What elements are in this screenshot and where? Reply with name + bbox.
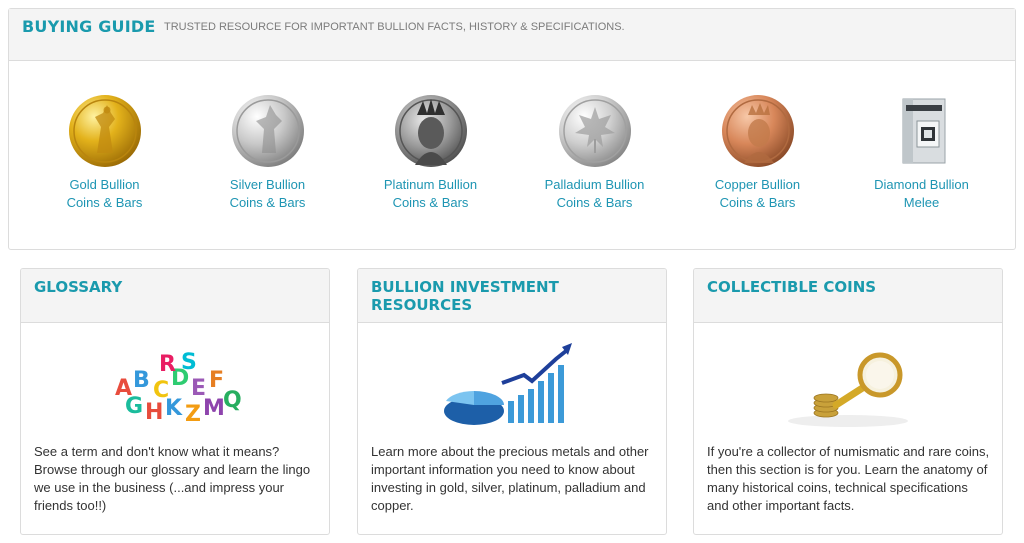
buying-guide-header: BUYING GUIDE TRUSTED RESOURCE FOR IMPORT… [9,9,1015,61]
svg-text:R: R [159,352,176,377]
card-title-line1[interactable]: GLOSSARY [34,278,316,296]
bullion-investment-card[interactable]: BULLION INVESTMENT RESOURCES Learn more … [357,268,667,535]
card-title[interactable]: GLOSSARY [34,278,316,296]
card-description: If you're a collector of numismatic and … [707,444,990,513]
card-description: Learn more about the precious metals and… [371,444,649,513]
category-copper-bullion[interactable]: Copper Bullion Coins & Bars [676,93,839,212]
svg-text:K: K [165,396,183,421]
category-label-line1[interactable]: Diamond Bullion [840,176,1003,194]
svg-text:F: F [209,368,224,393]
card-title[interactable]: COLLECTIBLE COINS [707,278,989,296]
card-title-line1[interactable]: BULLION INVESTMENT [371,278,653,296]
svg-text:M: M [203,396,225,421]
buying-guide-subtitle: TRUSTED RESOURCE FOR IMPORTANT BULLION F… [163,20,625,33]
category-label-line1[interactable]: Copper Bullion [676,176,839,194]
card-header: COLLECTIBLE COINS [694,269,1002,323]
category-label-line2[interactable]: Melee [840,194,1003,212]
svg-text:Z: Z [185,402,201,427]
card-title-line2[interactable]: RESOURCES [371,296,653,314]
category-silver-bullion[interactable]: Silver Bullion Coins & Bars [186,93,349,212]
buying-guide-panel: BUYING GUIDE TRUSTED RESOURCE FOR IMPORT… [8,8,1016,250]
category-label-line1[interactable]: Platinum Bullion [349,176,512,194]
glossary-card[interactable]: GLOSSARY A B C D E F G H K Z M Q R S See… [20,268,330,535]
category-label-line2[interactable]: Coins & Bars [186,194,349,212]
category-label-line1[interactable]: Silver Bullion [186,176,349,194]
silver-coin-icon [231,95,304,167]
palladium-coin-icon [558,95,631,167]
category-label-line2[interactable]: Coins & Bars [349,194,512,212]
card-title[interactable]: BULLION INVESTMENT RESOURCES [371,278,653,314]
svg-text:H: H [145,400,163,425]
card-header: GLOSSARY [21,269,329,323]
collectible-coins-card[interactable]: COLLECTIBLE COINS If you're a collector … [693,268,1003,535]
platinum-coin-icon [394,95,467,167]
category-palladium-bullion[interactable]: Palladium Bullion Coins & Bars [513,93,676,212]
category-diamond-bullion[interactable]: Diamond Bullion Melee [840,93,1003,212]
buying-guide-title: BUYING GUIDE [22,17,156,36]
category-label-line1[interactable]: Gold Bullion [23,176,186,194]
investment-chart-image[interactable] [432,335,592,435]
gold-coin-icon [68,95,141,167]
card-title-line1[interactable]: COLLECTIBLE COINS [707,278,989,296]
alphabet-letters-image[interactable]: A B C D E F G H K Z M Q R S [95,335,255,435]
card-header: BULLION INVESTMENT RESOURCES [358,269,666,323]
svg-text:G: G [125,394,143,419]
category-label-line2[interactable]: Coins & Bars [513,194,676,212]
category-gold-bullion[interactable]: Gold Bullion Coins & Bars [23,93,186,212]
svg-text:B: B [133,368,150,393]
card-description: See a term and don't know what it means?… [34,444,311,513]
category-label-line2[interactable]: Coins & Bars [23,194,186,212]
category-label-line2[interactable]: Coins & Bars [676,194,839,212]
magnifying-glass-coins-image[interactable] [768,335,928,435]
category-label-line1[interactable]: Palladium Bullion [513,176,676,194]
svg-text:Q: Q [223,388,242,413]
category-platinum-bullion[interactable]: Platinum Bullion Coins & Bars [349,93,512,212]
svg-text:S: S [181,350,197,375]
copper-coin-icon [721,95,794,167]
diamond-package-icon [902,98,945,164]
